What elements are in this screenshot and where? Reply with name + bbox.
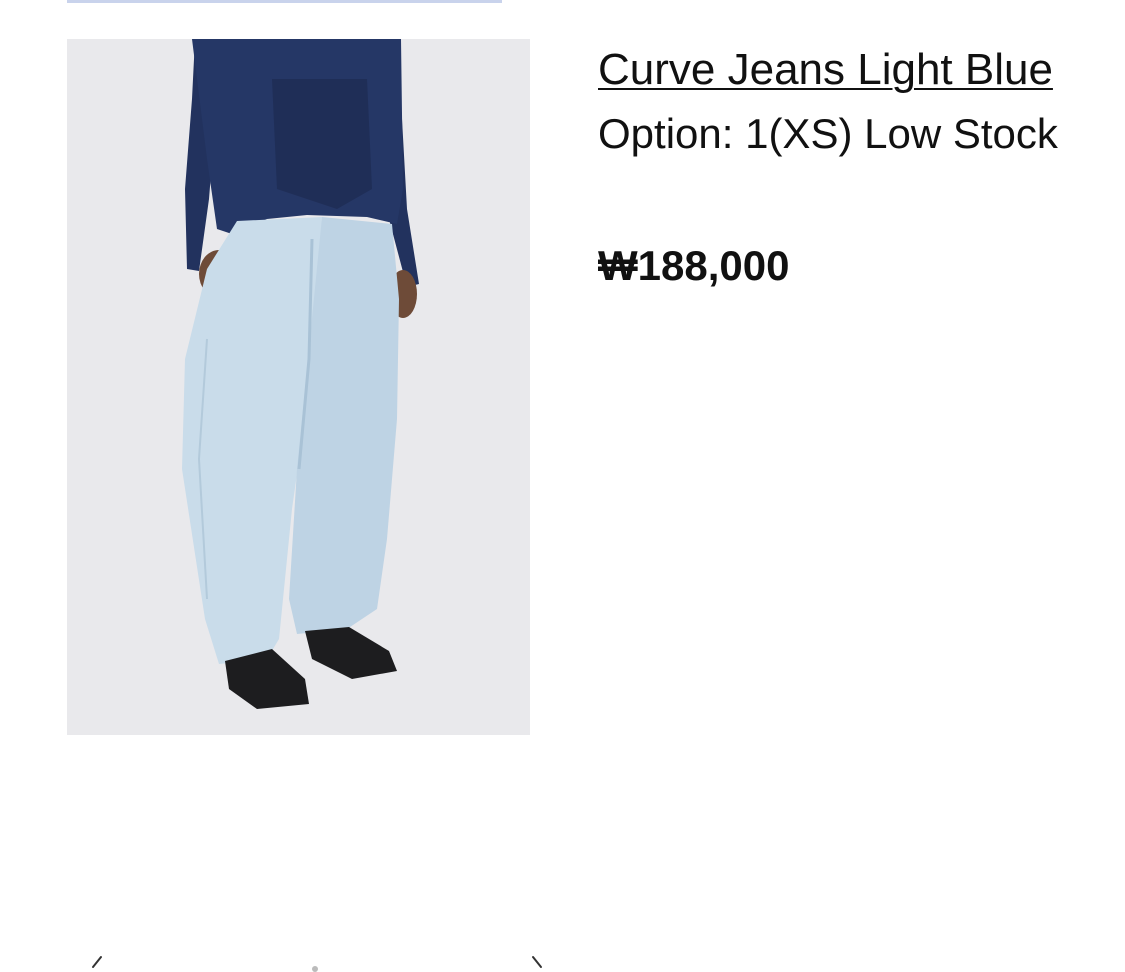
product-option: Option: 1(XS) Low Stock xyxy=(598,110,1058,157)
product-image[interactable] xyxy=(67,39,530,735)
product-title-link[interactable]: Curve Jeans Light Blue xyxy=(598,44,1053,96)
top-divider xyxy=(67,0,502,3)
product-photo-icon xyxy=(67,39,530,735)
carousel-dot[interactable] xyxy=(312,966,318,972)
image-carousel-nav xyxy=(0,955,1125,972)
product-price: ₩188,000 xyxy=(598,242,790,289)
chevron-right-icon[interactable] xyxy=(528,955,546,970)
chevron-left-icon[interactable] xyxy=(88,955,106,970)
